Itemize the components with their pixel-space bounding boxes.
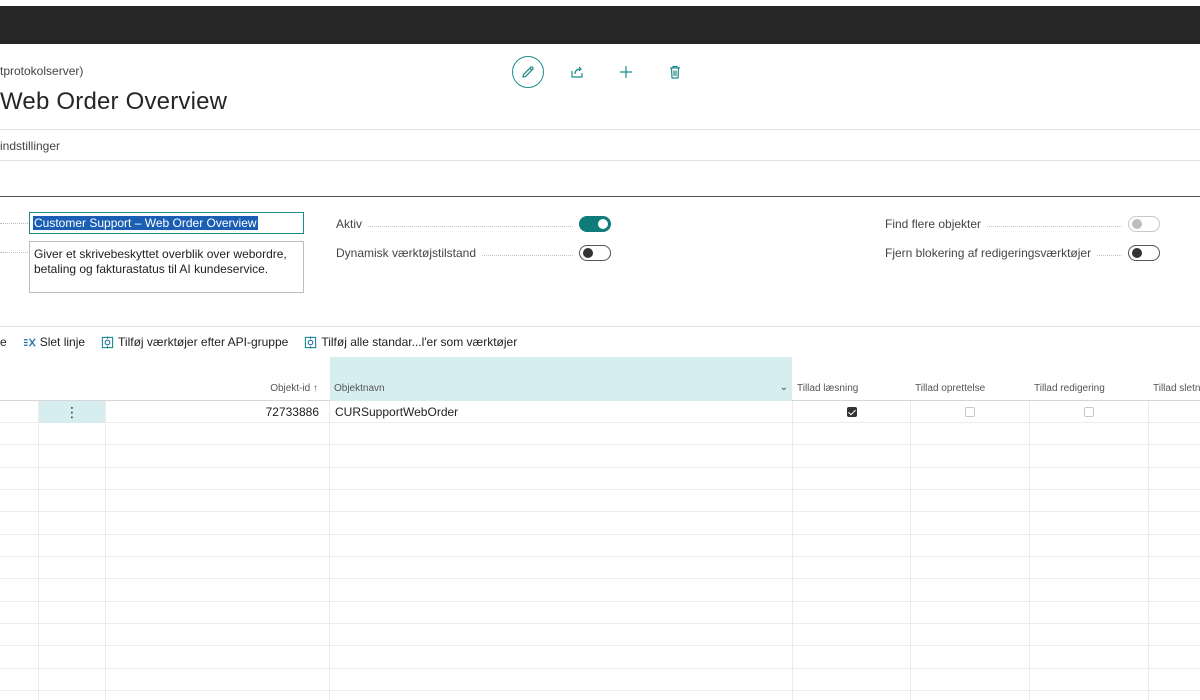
column-label: Tillad læsning (797, 383, 859, 394)
object-id-cell[interactable]: 72733886 (106, 401, 319, 423)
allow-create-cell (911, 401, 1029, 423)
table-row[interactable]: ⋮ 72733886 CURSupportWebOrder (0, 401, 1200, 423)
column-label: Objektnavn (334, 383, 385, 394)
dynamic-tool-mode-toggle[interactable] (579, 245, 611, 261)
toggle-label: Find flere objekter (885, 217, 982, 231)
field-leader-dots (0, 223, 28, 224)
table-row (0, 513, 1200, 535)
top-stripe (0, 0, 1200, 6)
column-label: Tillad sletni (1153, 383, 1200, 394)
grid-header: Objekt-id ↑ Objektnavn ⌄ Tillad læsning T… (0, 357, 1200, 401)
table-row (0, 423, 1200, 445)
sort-ascending-icon: ↑ (313, 383, 318, 394)
active-toggle[interactable] (579, 216, 611, 232)
toggle-row-find-more-objects: Find flere objekter (885, 216, 1160, 232)
partial-action[interactable]: e (0, 335, 7, 349)
leader-dots (1097, 254, 1122, 256)
allow-read-cell (793, 401, 910, 423)
app-top-bar (0, 0, 1200, 44)
delete-button[interactable] (659, 56, 691, 88)
add-by-api-group-label: Tilføj værktøjer efter API-gruppe (118, 335, 289, 349)
name-input-value: Customer Support – Web Order Overview (33, 216, 258, 230)
find-more-objects-toggle[interactable] (1128, 216, 1160, 232)
chevron-down-icon[interactable]: ⌄ (780, 382, 788, 393)
section-divider (0, 196, 1200, 197)
table-row (0, 468, 1200, 490)
tab-settings[interactable]: indstillinger (0, 139, 60, 153)
object-name-cell[interactable]: CURSupportWebOrder (335, 401, 785, 423)
share-icon (571, 66, 583, 78)
add-all-standard-button[interactable]: Tilføj alle standar...l'er som værktøjer (304, 335, 517, 349)
lines-action-bar: e Slet linje Tilføj værktøjer efter API-… (0, 333, 533, 351)
table-row (0, 580, 1200, 602)
unblock-edit-tools-toggle[interactable] (1128, 245, 1160, 261)
description-field[interactable]: Giver et skrivebeskyttet overblik over w… (29, 241, 304, 293)
toggle-label: Fjern blokering af redigeringsværktøjer (885, 246, 1092, 260)
column-label: Objekt-id (270, 383, 311, 394)
allow-create-checkbox[interactable] (965, 407, 975, 417)
divider (0, 129, 1200, 130)
trash-icon (670, 65, 680, 79)
field-leader-dots (0, 252, 28, 253)
allow-read-checkbox[interactable] (846, 407, 857, 417)
column-header-allow-read[interactable]: Tillad læsning (797, 357, 858, 401)
allow-modify-checkbox[interactable] (1084, 407, 1094, 417)
column-label: Tillad redigering (1034, 383, 1105, 394)
column-label: Tillad oprettelse (915, 383, 986, 394)
table-row (0, 647, 1200, 669)
column-header-allow-modify[interactable]: Tillad redigering (1034, 357, 1105, 401)
column-header-object-name[interactable]: Objektnavn ⌄ (330, 357, 792, 401)
partial-action-label: e (0, 335, 7, 349)
delete-line-icon (23, 337, 36, 347)
table-row (0, 535, 1200, 557)
page-actions (512, 56, 708, 88)
share-button[interactable] (561, 56, 593, 88)
table-row (0, 490, 1200, 512)
toggle-label: Dynamisk værktøjstilstand (336, 246, 477, 260)
pencil-icon (522, 66, 534, 78)
new-button[interactable] (610, 56, 642, 88)
leader-dots (368, 225, 573, 227)
column-header-allow-create[interactable]: Tillad oprettelse (915, 357, 985, 401)
table-row (0, 669, 1200, 691)
add-all-icon (305, 335, 317, 349)
divider (0, 326, 1200, 327)
breadcrumb: tprotokolserver) (0, 64, 84, 78)
name-input[interactable]: Customer Support – Web Order Overview (29, 212, 304, 234)
column-header-object-id[interactable]: Objekt-id ↑ (106, 357, 318, 401)
delete-line-button[interactable]: Slet linje (23, 335, 85, 349)
page-title: Web Order Overview (0, 88, 228, 115)
leader-dots (482, 254, 573, 256)
toggle-row-active: Aktiv (336, 216, 611, 232)
plus-icon (620, 66, 632, 78)
toggle-row-unblock-edit-tools: Fjern blokering af redigeringsværktøjer (885, 245, 1160, 261)
table-row (0, 624, 1200, 646)
delete-line-label: Slet linje (39, 335, 86, 349)
toggle-row-dynamic-tool-mode: Dynamisk værktøjstilstand (336, 245, 611, 261)
add-all-standard-label: Tilføj alle standar...l'er som værktøjer (321, 335, 518, 349)
table-row (0, 557, 1200, 579)
leader-dots (987, 225, 1122, 227)
column-header-allow-delete[interactable]: Tillad sletni (1153, 357, 1200, 401)
divider (0, 160, 1200, 161)
row-menu-button[interactable]: ⋮ (39, 401, 105, 423)
add-by-api-group-button[interactable]: Tilføj værktøjer efter API-gruppe (101, 335, 288, 349)
edit-button[interactable] (512, 56, 544, 88)
table-row (0, 602, 1200, 624)
table-row (0, 446, 1200, 468)
toggle-label: Aktiv (336, 217, 363, 231)
api-group-icon (101, 335, 114, 349)
allow-modify-cell (1030, 401, 1148, 423)
